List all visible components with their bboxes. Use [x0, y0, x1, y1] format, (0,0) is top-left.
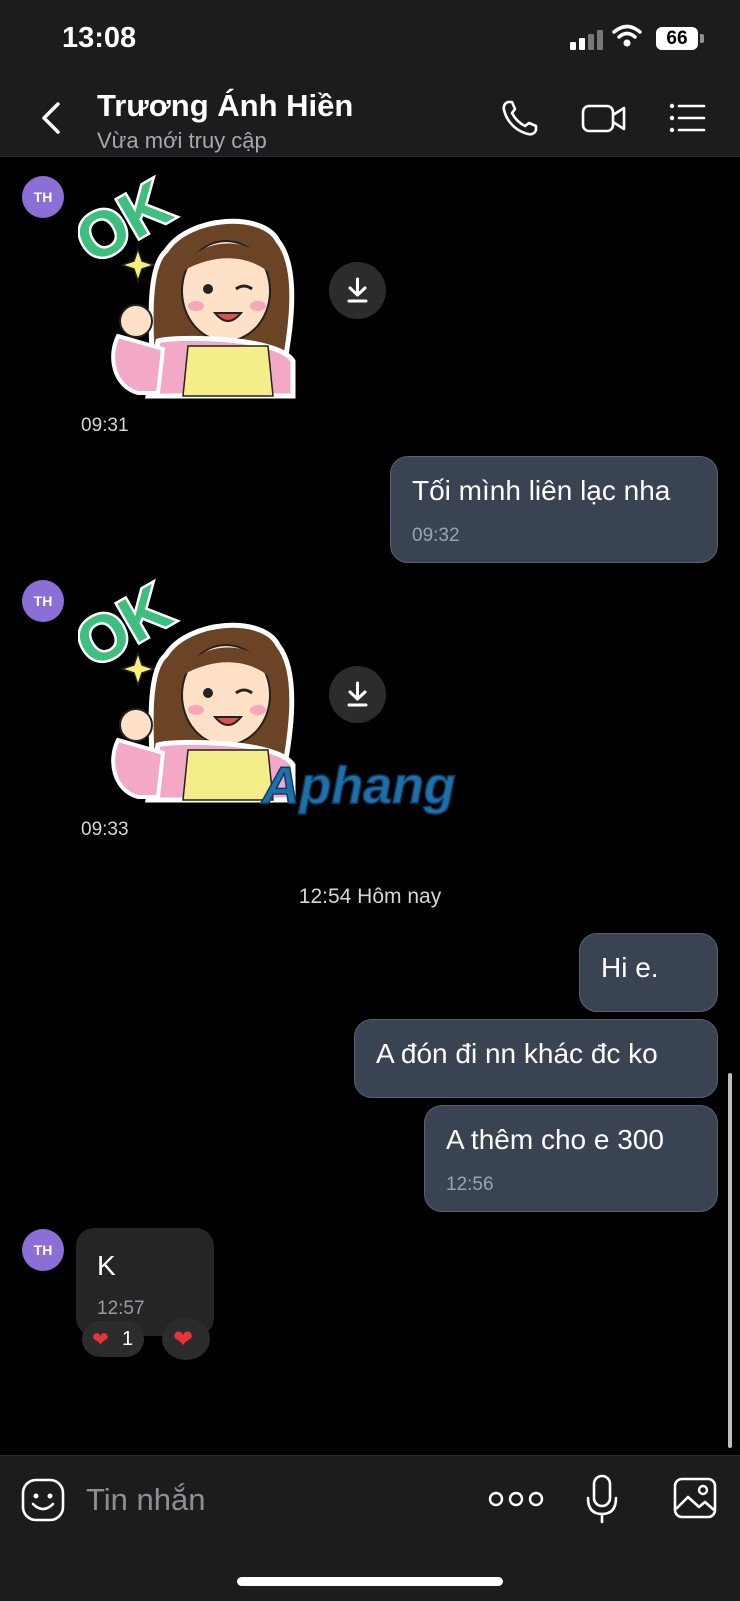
message-text: A đón đi nn khác đc ko: [376, 1038, 658, 1069]
status-time: 13:08: [62, 22, 137, 54]
watermark-logo: Aphang: [260, 756, 456, 815]
heart-icon: ❤: [173, 1326, 194, 1353]
heart-icon: ❤: [92, 1329, 109, 1351]
outgoing-message-bubble[interactable]: Hi e.: [579, 933, 718, 1012]
status-bar: 13:08 66: [0, 0, 740, 80]
wifi-icon: [612, 24, 642, 47]
outgoing-message-bubble[interactable]: A đón đi nn khác đc ko: [354, 1019, 718, 1098]
date-separator: 12:54 Hôm nay: [298, 885, 442, 908]
battery-nub: [700, 34, 704, 43]
cellular-signal-icon: [570, 30, 606, 50]
image-gallery-icon[interactable]: [672, 1476, 718, 1520]
emoji-sticker-icon[interactable]: [20, 1477, 66, 1523]
outgoing-message-bubble[interactable]: Tối mình liên lạc nha 09:32: [390, 456, 718, 563]
download-button[interactable]: [329, 262, 386, 319]
download-icon: [347, 277, 368, 303]
reaction-summary[interactable]: ❤ 1: [82, 1321, 144, 1357]
presence-status: Vừa mới truy cập: [97, 128, 267, 153]
message-text: Hi e.: [601, 952, 659, 983]
message-time: 09:32: [412, 525, 460, 546]
download-icon: [347, 681, 368, 707]
reaction-count: 1: [122, 1328, 134, 1350]
message-input[interactable]: [84, 1474, 468, 1526]
message-text: K: [97, 1250, 116, 1281]
watermark-text: Aphang: [260, 757, 456, 815]
message-time: 09:31: [81, 415, 129, 436]
download-button[interactable]: [329, 666, 386, 723]
message-list[interactable]: TH OK 09:31 Tối mình liên lạc nha 09:32 …: [0, 157, 740, 1455]
contact-avatar[interactable]: TH: [22, 176, 64, 218]
more-options-icon[interactable]: [488, 1486, 544, 1512]
contact-avatar[interactable]: TH: [22, 580, 64, 622]
contact-name[interactable]: Trương Ánh Hiền: [97, 88, 353, 124]
video-call-icon[interactable]: [580, 96, 628, 140]
message-time: 12:57: [97, 1298, 145, 1319]
menu-list-icon[interactable]: [666, 96, 710, 140]
message-time: 12:56: [446, 1174, 494, 1195]
back-arrow-icon[interactable]: [34, 98, 70, 138]
contact-avatar[interactable]: TH: [22, 1229, 64, 1271]
phone-call-icon[interactable]: [498, 96, 542, 140]
message-time: 09:33: [81, 819, 129, 840]
message-text: Tối mình liên lạc nha: [412, 475, 671, 506]
ok-girl-sticker[interactable]: OK: [78, 171, 308, 401]
message-text: A thêm cho e 300: [446, 1124, 664, 1155]
scrollbar[interactable]: [728, 1073, 732, 1448]
battery-level: 66: [656, 27, 698, 50]
home-indicator[interactable]: [237, 1577, 503, 1586]
outgoing-message-bubble[interactable]: A thêm cho e 300 12:56: [424, 1105, 718, 1212]
microphone-icon[interactable]: [584, 1472, 620, 1526]
chat-header: Trương Ánh Hiền Vừa mới truy cập: [0, 80, 740, 157]
react-heart-button[interactable]: ❤: [162, 1318, 210, 1360]
